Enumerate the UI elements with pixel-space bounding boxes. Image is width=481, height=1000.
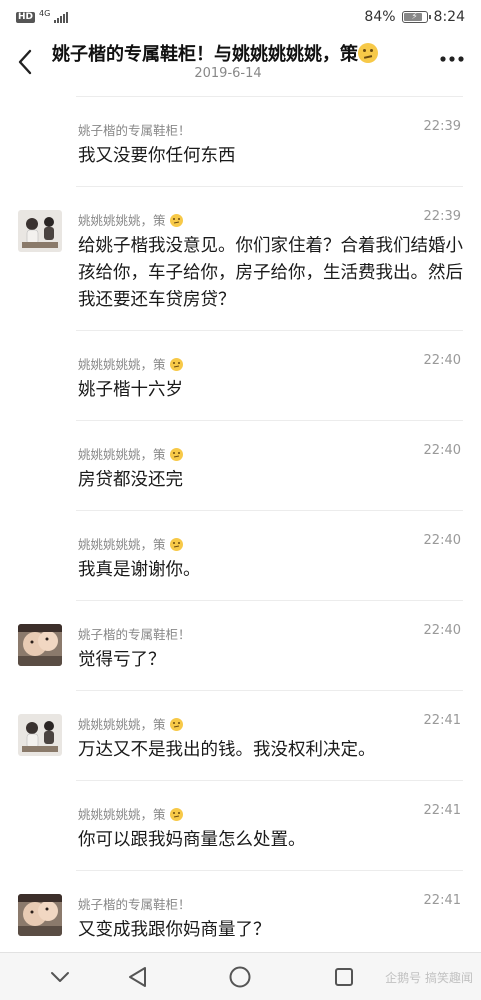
- message-time: 22:41: [423, 713, 461, 728]
- message-time: 22:40: [423, 533, 461, 548]
- confused-emoji-icon: [169, 718, 183, 731]
- message-text[interactable]: 房贷都没还完: [78, 467, 463, 494]
- message-time: 22:40: [423, 443, 461, 458]
- chat-date: 2019-6-14: [194, 66, 262, 81]
- message-item: 姚姚姚姚姚，策 22:41 你可以跟我妈商量怎么处置。: [76, 780, 463, 870]
- message-sender: 姚姚姚姚姚，策: [78, 210, 183, 229]
- network-type: 4G: [39, 9, 51, 18]
- signal-area: HD 4G: [16, 9, 69, 23]
- nav-home-button[interactable]: [226, 963, 254, 991]
- message-sender: 姚姚姚姚姚，策: [78, 804, 183, 823]
- message-time: 22:40: [423, 623, 461, 638]
- message-time: 22:39: [423, 209, 461, 224]
- charging-bolt-icon: ⚡: [411, 12, 418, 22]
- avatar-image-a: [18, 624, 62, 666]
- battery-icon: ⚡: [401, 11, 431, 23]
- message-sender: 姚子楷的专属鞋柜！: [78, 123, 191, 138]
- back-button[interactable]: [10, 44, 40, 80]
- confused-emoji-icon: [358, 43, 378, 63]
- chat-header: 姚子楷的专属鞋柜！与姚姚姚姚姚，策 2019-6-14: [0, 34, 481, 92]
- confused-emoji-icon: [169, 808, 183, 821]
- avatar-image-a: [18, 894, 62, 936]
- message-text[interactable]: 我又没要你任何东西: [78, 143, 463, 170]
- watermark-text: 企鹅号 搞笑趣闻: [385, 971, 473, 985]
- message-list[interactable]: 姚子楷的专属鞋柜！ 22:39 我又没要你任何东西 姚姚姚姚姚，策 22:39 …: [0, 96, 481, 940]
- avatar[interactable]: [18, 894, 62, 936]
- triangle-back-icon: [129, 967, 146, 987]
- nav-recents-button[interactable]: [330, 963, 358, 991]
- chat-title-text: 姚子楷的专属鞋柜！与姚姚姚姚姚，策: [52, 44, 358, 65]
- message-item: 姚子楷的专属鞋柜！ 22:39 我又没要你任何东西: [76, 96, 463, 186]
- confused-emoji-icon: [169, 448, 183, 461]
- square-recents-icon: [335, 968, 353, 986]
- system-nav-bar: 企鹅号 搞笑趣闻: [0, 952, 481, 1000]
- avatar-image-b: [18, 210, 62, 252]
- status-right: 84% ⚡ 8:24: [364, 9, 465, 25]
- chevron-down-icon: [51, 972, 69, 982]
- message-time: 22:40: [423, 353, 461, 368]
- message-item: 姚姚姚姚姚，策 22:40 我真是谢谢你。: [76, 510, 463, 600]
- message-time: 22:41: [423, 803, 461, 818]
- nav-back-button[interactable]: [124, 963, 152, 991]
- message-text[interactable]: 姚子楷十六岁: [78, 377, 463, 404]
- status-bar: HD 4G 84% ⚡ 8:24: [0, 0, 481, 34]
- avatar[interactable]: [18, 624, 62, 666]
- message-text[interactable]: 觉得亏了？: [78, 647, 463, 674]
- battery-percent: 84%: [364, 9, 396, 25]
- status-time: 8:24: [433, 9, 465, 25]
- confused-emoji-icon: [169, 214, 183, 227]
- message-item: 姚子楷的专属鞋柜！ 22:41 又变成我跟你妈商量了？: [18, 870, 463, 940]
- message-time: 22:41: [423, 893, 461, 908]
- message-text[interactable]: 万达又不是我出的钱。我没权利决定。: [78, 737, 463, 764]
- message-item: 姚姚姚姚姚，策 22:40 姚子楷十六岁: [76, 330, 463, 420]
- message-text[interactable]: 又变成我跟你妈商量了？: [78, 917, 463, 944]
- collapse-button[interactable]: [46, 963, 74, 991]
- confused-emoji-icon: [169, 538, 183, 551]
- message-item: 姚姚姚姚姚，策 22:39 给姚子楷我没意见。你们家住着？合着我们结婚小孩给你，…: [18, 186, 463, 330]
- avatar-image-b: [18, 714, 62, 756]
- message-sender: 姚姚姚姚姚，策: [78, 354, 183, 373]
- signal-icon: [54, 11, 69, 23]
- message-item: 姚子楷的专属鞋柜！ 22:40 觉得亏了？: [18, 600, 463, 690]
- page-title: 姚子楷的专属鞋柜！与姚姚姚姚姚，策: [52, 40, 404, 66]
- message-text[interactable]: 你可以跟我妈商量怎么处置。: [78, 827, 463, 854]
- message-time: 22:39: [423, 119, 461, 134]
- chevron-left-icon: [18, 49, 32, 75]
- message-text[interactable]: 我真是谢谢你。: [78, 557, 463, 584]
- confused-emoji-icon: [169, 358, 183, 371]
- hd-badge: HD: [16, 11, 36, 23]
- more-dots-icon: [440, 56, 464, 62]
- circle-home-icon: [229, 966, 251, 988]
- message-item: 姚姚姚姚姚，策 22:41 万达又不是我出的钱。我没权利决定。: [18, 690, 463, 780]
- message-sender: 姚姚姚姚姚，策: [78, 534, 183, 553]
- message-sender: 姚姚姚姚姚，策: [78, 444, 183, 463]
- avatar[interactable]: [18, 714, 62, 756]
- message-sender: 姚姚姚姚姚，策: [78, 714, 183, 733]
- message-sender: 姚子楷的专属鞋柜！: [78, 897, 191, 912]
- message-item: 姚姚姚姚姚，策 22:40 房贷都没还完: [76, 420, 463, 510]
- message-text[interactable]: 给姚子楷我没意见。你们家住着？合着我们结婚小孩给你，车子给你，房子给你，生活费我…: [78, 233, 463, 314]
- message-sender: 姚子楷的专属鞋柜！: [78, 627, 191, 642]
- more-button[interactable]: [437, 44, 467, 74]
- avatar[interactable]: [18, 210, 62, 252]
